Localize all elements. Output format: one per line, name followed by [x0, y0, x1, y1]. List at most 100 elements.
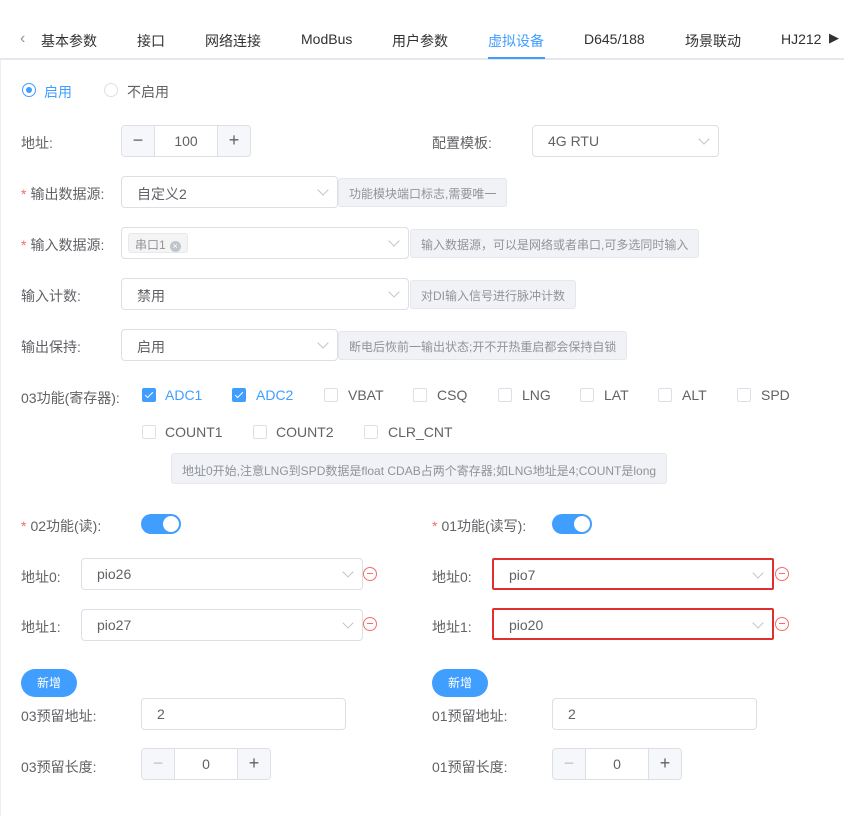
func02-reserved-len-label: 03预留长度: — [21, 759, 97, 775]
func02-reserved-addr-label: 03预留地址: — [21, 708, 97, 724]
tab-d645[interactable]: D645/188 — [584, 31, 645, 47]
checkbox-count2-label[interactable]: COUNT2 — [276, 424, 334, 440]
checkbox-csq-label[interactable]: CSQ — [437, 387, 467, 403]
panel-left-border — [0, 60, 1, 816]
checkbox-count1[interactable] — [142, 425, 156, 439]
checkbox-lng-label[interactable]: LNG — [522, 387, 551, 403]
func01-reserved-len-value[interactable]: 0 — [586, 756, 648, 772]
output-hold-hint: 断电后恢前一输出状态;开不开热重启都会保持自锁 — [338, 331, 628, 360]
checkbox-adc2[interactable] — [232, 388, 246, 402]
func01-row1-select[interactable]: pio20 — [492, 608, 774, 640]
func03-hint: 地址0开始,注意LNG到SPD数据是float CDAB占两个寄存器;如LNG地… — [171, 453, 668, 484]
func02-row1-value: pio27 — [97, 617, 132, 633]
func01-len-decrement-button[interactable]: − — [553, 749, 586, 779]
func02-row1-select[interactable]: pio27 — [81, 609, 363, 641]
tab-hj212[interactable]: HJ212 — [781, 31, 821, 47]
active-tab-indicator — [488, 57, 545, 59]
checkbox-adc2-label[interactable]: ADC2 — [256, 387, 293, 403]
disable-radio-label[interactable]: 不启用 — [127, 82, 169, 102]
func02-switch[interactable] — [141, 514, 181, 534]
disable-radio[interactable] — [104, 83, 118, 97]
input-source-label: * 输入数据源: — [21, 237, 105, 253]
template-select[interactable]: 4G RTU — [532, 125, 719, 157]
chevron-left-icon[interactable]: ‹ — [20, 30, 25, 48]
enable-radio-label[interactable]: 启用 — [44, 82, 72, 102]
address-value[interactable]: 100 — [155, 133, 217, 149]
func01-reserved-addr-input[interactable]: 2 — [552, 698, 757, 730]
tab-bar: ‹ 基本参数 接口 网络连接 ModBus 用户参数 虚拟设备 D645/188… — [0, 0, 844, 60]
chevron-down-icon — [342, 566, 354, 578]
address-increment-button[interactable]: + — [217, 126, 250, 156]
output-source-value: 自定义2 — [137, 186, 187, 202]
tab-user-params[interactable]: 用户参数 — [392, 31, 448, 51]
func01-row0-label: 地址0: — [432, 569, 472, 585]
chevron-down-icon — [317, 337, 329, 349]
func01-len-increment-button[interactable]: + — [648, 749, 681, 779]
output-hold-label: 输出保持: — [21, 339, 81, 355]
func02-add-button[interactable]: 新增 — [21, 669, 77, 697]
func01-row0-select[interactable]: pio7 — [492, 558, 774, 590]
output-source-select[interactable]: 自定义2 — [121, 176, 338, 208]
func02-reserved-addr-value: 2 — [157, 706, 165, 722]
func02-len-decrement-button[interactable]: − — [142, 749, 175, 779]
template-value: 4G RTU — [548, 133, 600, 149]
func01-switch[interactable] — [552, 514, 592, 534]
tag-close-icon[interactable]: × — [169, 241, 181, 252]
input-count-select[interactable]: 禁用 — [121, 278, 409, 310]
tab-modbus[interactable]: ModBus — [301, 31, 352, 47]
checkbox-clr-cnt-label[interactable]: CLR_CNT — [388, 424, 453, 440]
chevron-down-icon — [698, 133, 710, 145]
checkbox-alt[interactable] — [658, 388, 672, 402]
checkbox-count1-label[interactable]: COUNT1 — [165, 424, 223, 440]
remove-circle-icon[interactable] — [363, 567, 377, 581]
input-count-value: 禁用 — [137, 288, 165, 304]
checkbox-clr-cnt[interactable] — [364, 425, 378, 439]
tab-basic-params[interactable]: 基本参数 — [41, 31, 97, 51]
remove-circle-icon[interactable] — [775, 617, 789, 631]
tab-interface[interactable]: 接口 — [137, 31, 165, 51]
checkbox-csq[interactable] — [413, 388, 427, 402]
output-source-hint: 功能模块端口标志,需要唯一 — [338, 178, 508, 207]
checkbox-adc1-label[interactable]: ADC1 — [165, 387, 202, 403]
func02-row0-select[interactable]: pio26 — [81, 558, 363, 590]
caret-right-icon[interactable]: ▶ — [829, 30, 839, 46]
func02-len-increment-button[interactable]: + — [237, 749, 270, 779]
func01-row0-value: pio7 — [509, 567, 536, 583]
tab-virtual-device[interactable]: 虚拟设备 — [488, 31, 544, 51]
func01-row1-value: pio20 — [509, 617, 544, 633]
input-source-tag: 串口1 × — [128, 233, 188, 253]
checkbox-vbat[interactable] — [324, 388, 338, 402]
checkbox-spd[interactable] — [737, 388, 751, 402]
checkbox-lng[interactable] — [498, 388, 512, 402]
chevron-down-icon — [752, 617, 764, 629]
tab-network[interactable]: 网络连接 — [205, 31, 261, 51]
tab-scene-linkage[interactable]: 场景联动 — [685, 31, 741, 51]
enable-radio[interactable] — [22, 83, 36, 97]
checkbox-spd-label[interactable]: SPD — [761, 387, 790, 403]
input-count-label: 输入计数: — [21, 288, 81, 304]
checkbox-count2[interactable] — [253, 425, 267, 439]
func02-reserved-len-stepper: − 0 + — [141, 748, 271, 780]
checkbox-vbat-label[interactable]: VBAT — [348, 387, 384, 403]
func02-reserved-len-value[interactable]: 0 — [175, 756, 237, 772]
input-source-hint: 输入数据源，可以是网络或者串口,可多选同时输入 — [410, 229, 700, 258]
func01-add-button[interactable]: 新增 — [432, 669, 488, 697]
remove-circle-icon[interactable] — [363, 617, 377, 631]
func03-label: 03功能(寄存器): — [21, 390, 120, 406]
address-decrement-button[interactable]: − — [122, 126, 155, 156]
output-hold-value: 启用 — [137, 339, 165, 355]
checkbox-adc1[interactable] — [142, 388, 156, 402]
output-hold-select[interactable]: 启用 — [121, 329, 338, 361]
checkbox-alt-label[interactable]: ALT — [682, 387, 707, 403]
address-stepper: − 100 + — [121, 125, 251, 157]
input-count-hint: 对DI输入信号进行脉冲计数 — [410, 280, 577, 309]
func01-reserved-len-stepper: − 0 + — [552, 748, 682, 780]
checkbox-lat-label[interactable]: LAT — [604, 387, 629, 403]
func02-row1-label: 地址1: — [21, 619, 61, 635]
func01-reserved-addr-value: 2 — [568, 706, 576, 722]
func02-reserved-addr-input[interactable]: 2 — [141, 698, 346, 730]
remove-circle-icon[interactable] — [775, 567, 789, 581]
func02-row0-label: 地址0: — [21, 569, 61, 585]
checkbox-lat[interactable] — [580, 388, 594, 402]
input-source-select[interactable]: 串口1 × — [121, 227, 409, 259]
